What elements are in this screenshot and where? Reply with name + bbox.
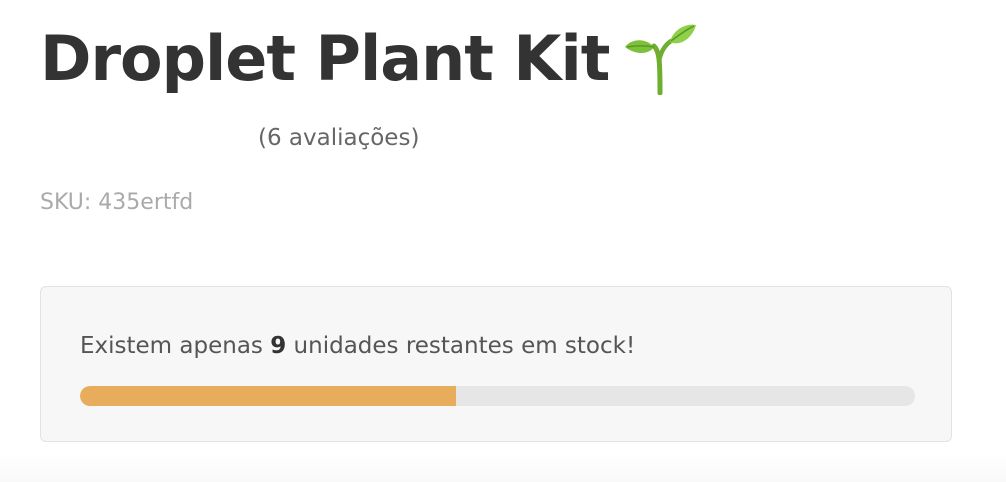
stock-message: Existem apenas 9 unidades restantes em s… [80,333,635,359]
section-divider-shadow [0,452,1006,482]
reviews-count-link[interactable]: (6 avaliações) [258,125,419,151]
stock-progress-track [80,386,915,406]
stock-progress-fill [80,386,456,406]
stock-message-prefix: Existem apenas [80,333,271,359]
stock-units-left: 9 [270,333,287,359]
rating-stars [40,128,258,148]
sku-label: SKU: 435ertfd [40,190,194,215]
rating-row: (6 avaliações) [40,120,419,156]
product-title: Droplet Plant Kit [40,22,610,95]
title-row: Droplet Plant Kit [40,14,697,104]
stock-notice: Existem apenas 9 unidades restantes em s… [40,286,952,442]
stock-message-suffix: unidades restantes em stock! [286,333,636,359]
product-page: Droplet Plant Kit (6 avaliações) SKU: 43… [0,0,1006,482]
seedling-icon [623,21,697,96]
